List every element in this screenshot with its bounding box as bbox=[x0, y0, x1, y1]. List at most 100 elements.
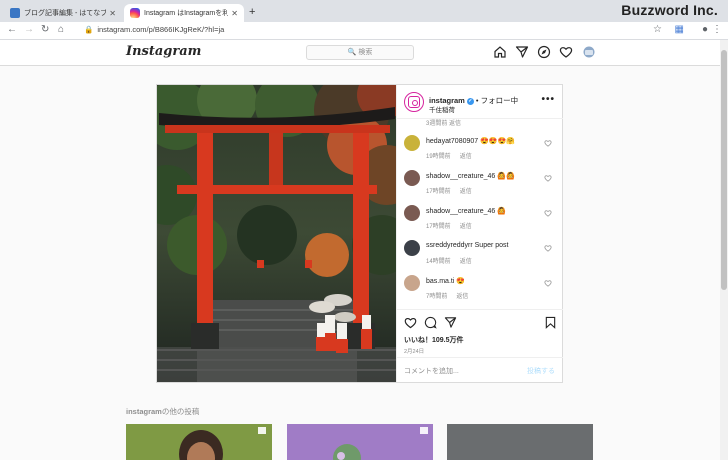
location-link[interactable]: 千住稲荷 bbox=[429, 104, 455, 114]
home-icon[interactable]: ⌂ bbox=[58, 24, 64, 35]
reply-link[interactable]: 返信 bbox=[456, 294, 468, 300]
add-comment-bar: コメントを追加... 投稿する bbox=[397, 357, 563, 382]
profile-avatar-icon[interactable] bbox=[582, 45, 596, 59]
new-tab-button[interactable]: + bbox=[249, 6, 255, 18]
comment-meta: 17時間前 返信 bbox=[426, 186, 472, 195]
thumbnail-post[interactable] bbox=[287, 424, 433, 460]
home-icon[interactable] bbox=[493, 45, 507, 59]
instagram-favicon-icon bbox=[130, 8, 140, 18]
close-tab-icon[interactable]: ✕ bbox=[231, 9, 238, 18]
page-scrollbar[interactable] bbox=[720, 40, 728, 460]
instagram-header: Instagram 🔍 検索 bbox=[0, 40, 728, 66]
commenter-avatar[interactable] bbox=[404, 135, 420, 151]
tab-title: Instagram はInstagramを利用して bbox=[144, 10, 229, 17]
post-date: 2月24日 bbox=[404, 349, 425, 355]
tab-instagram[interactable]: Instagram はInstagramを利用して ✕ bbox=[124, 4, 244, 22]
like-comment-heart-icon[interactable] bbox=[544, 244, 552, 252]
torii-shrine-photo bbox=[157, 85, 396, 382]
post-actions: いいね！109.5万件 2月24日 bbox=[397, 309, 563, 357]
post-comment-button[interactable]: 投稿する bbox=[527, 366, 555, 376]
comment-time: 7時間前 bbox=[426, 294, 448, 300]
reply-link[interactable]: 返信 bbox=[460, 154, 472, 160]
truncated-comment-meta: 3週間前 返信 bbox=[426, 121, 462, 127]
comment-item: shadow__creature_46 🙆🙆 17時間前 返信 bbox=[404, 170, 556, 204]
more-options-icon[interactable]: ••• bbox=[541, 94, 555, 105]
reply-link[interactable]: 返信 bbox=[460, 224, 472, 230]
save-bookmark-icon[interactable] bbox=[544, 316, 557, 329]
comment-item: shadow__creature_46 🙆 17時間前 返信 bbox=[404, 205, 556, 239]
comment-body: 😍 bbox=[456, 278, 466, 285]
browser-menu-icon[interactable]: ⋮ bbox=[712, 24, 722, 35]
comment-meta: 7時間前 返信 bbox=[426, 291, 468, 300]
comment-meta: 19時間前 返信 bbox=[426, 151, 472, 160]
post-header: instagram ✓ • フォロー中 千住稲荷 ••• bbox=[397, 85, 563, 119]
thumbnail-post[interactable] bbox=[126, 424, 272, 460]
comment-user[interactable]: ssreddyreddyrr bbox=[426, 242, 473, 249]
more-posts-suffix: の他の投稿 bbox=[161, 407, 200, 416]
post-photo[interactable] bbox=[157, 85, 396, 382]
comment-body: Super post bbox=[474, 242, 509, 249]
commenter-avatar[interactable] bbox=[404, 205, 420, 221]
post-card: instagram ✓ • フォロー中 千住稲荷 ••• 3週間前 返信 heday… bbox=[156, 84, 563, 383]
url-field[interactable]: 🔒 instagram.com/p/B866IKJgReK/?hl=ja bbox=[84, 25, 224, 34]
comment-body: 😍😍😍🤗 bbox=[480, 138, 515, 145]
reload-icon[interactable]: ↻ bbox=[41, 24, 49, 35]
comment-time: 17時間前 bbox=[426, 224, 451, 230]
bookmark-star-icon[interactable]: ☆ bbox=[653, 24, 662, 35]
commenter-avatar[interactable] bbox=[404, 240, 420, 256]
comment-input[interactable]: コメントを追加... bbox=[404, 366, 459, 376]
comment-body: 🙆 bbox=[497, 208, 506, 215]
like-comment-heart-icon[interactable] bbox=[544, 279, 552, 287]
comment-text: hedayat7080907 😍😍😍🤗 bbox=[426, 137, 515, 145]
like-heart-icon[interactable] bbox=[404, 316, 417, 329]
scrollbar-thumb[interactable] bbox=[721, 50, 727, 290]
comment-text: shadow__creature_46 🙆 bbox=[426, 207, 506, 215]
reply-link[interactable]: 返信 bbox=[460, 189, 472, 195]
search-input[interactable]: 🔍 検索 bbox=[306, 45, 414, 60]
comment-body: 🙆🙆 bbox=[497, 173, 515, 180]
like-comment-heart-icon[interactable] bbox=[544, 174, 552, 182]
activity-heart-icon[interactable] bbox=[559, 45, 573, 59]
extension-icon[interactable]: ▦ bbox=[675, 24, 684, 35]
thumbnail-image bbox=[447, 424, 593, 460]
explore-compass-icon[interactable] bbox=[537, 45, 551, 59]
comment-time: 17時間前 bbox=[426, 189, 451, 195]
comment-user[interactable]: shadow__creature_46 bbox=[426, 208, 495, 215]
commenter-avatar[interactable] bbox=[404, 170, 420, 186]
comment-user[interactable]: shadow__creature_46 bbox=[426, 173, 495, 180]
instagram-logo[interactable]: Instagram bbox=[126, 44, 201, 59]
verified-badge-icon: ✓ bbox=[466, 97, 474, 105]
back-icon[interactable]: ← bbox=[7, 24, 17, 35]
thumbnail-post[interactable] bbox=[447, 424, 593, 460]
like-comment-heart-icon[interactable] bbox=[544, 139, 552, 147]
more-posts-account[interactable]: instagram bbox=[126, 407, 162, 416]
direct-message-icon[interactable] bbox=[515, 45, 529, 59]
instagram-avatar-icon[interactable] bbox=[404, 92, 424, 112]
comment-item: bas.ma.ti 😍 7時間前 返信 bbox=[404, 275, 556, 309]
share-icon[interactable] bbox=[444, 316, 457, 329]
comment-meta: 14時間前 返信 bbox=[426, 256, 472, 265]
comment-item: ssreddyreddyrr Super post 14時間前 返信 bbox=[404, 240, 556, 274]
comment-text: ssreddyreddyrr Super post bbox=[426, 242, 509, 249]
follow-status[interactable]: • フォロー中 bbox=[476, 96, 518, 105]
like-comment-heart-icon[interactable] bbox=[544, 209, 552, 217]
thumbnail-image bbox=[287, 424, 433, 460]
like-count[interactable]: いいね！109.5万件 bbox=[404, 335, 464, 345]
comment-bubble-icon[interactable] bbox=[424, 316, 437, 329]
browser-tab-bar: ブログ記事編集 - はてなブログ ✕ Instagram はInstagramを… bbox=[0, 0, 728, 22]
profile-icon[interactable]: ● bbox=[702, 24, 708, 35]
comment-text: bas.ma.ti 😍 bbox=[426, 277, 465, 285]
comment-user[interactable]: hedayat7080907 bbox=[426, 138, 478, 145]
reply-link[interactable]: 返信 bbox=[460, 259, 472, 265]
close-tab-icon[interactable]: ✕ bbox=[109, 9, 116, 18]
tab-hatena-blog[interactable]: ブログ記事編集 - はてなブログ ✕ bbox=[4, 4, 122, 22]
forward-icon[interactable]: → bbox=[24, 24, 34, 35]
lock-icon: 🔒 bbox=[84, 25, 94, 34]
comment-item: hedayat7080907 😍😍😍🤗 19時間前 返信 bbox=[404, 135, 556, 169]
more-posts-heading: instagramの他の投稿 bbox=[126, 406, 199, 417]
commenter-avatar[interactable] bbox=[404, 275, 420, 291]
hatena-favicon-icon bbox=[10, 8, 20, 18]
comment-list: 3週間前 返信 hedayat7080907 😍😍😍🤗 19時間前 返信 shad… bbox=[397, 119, 563, 309]
comment-time: 14時間前 bbox=[426, 259, 451, 265]
comment-user[interactable]: bas.ma.ti bbox=[426, 278, 454, 285]
